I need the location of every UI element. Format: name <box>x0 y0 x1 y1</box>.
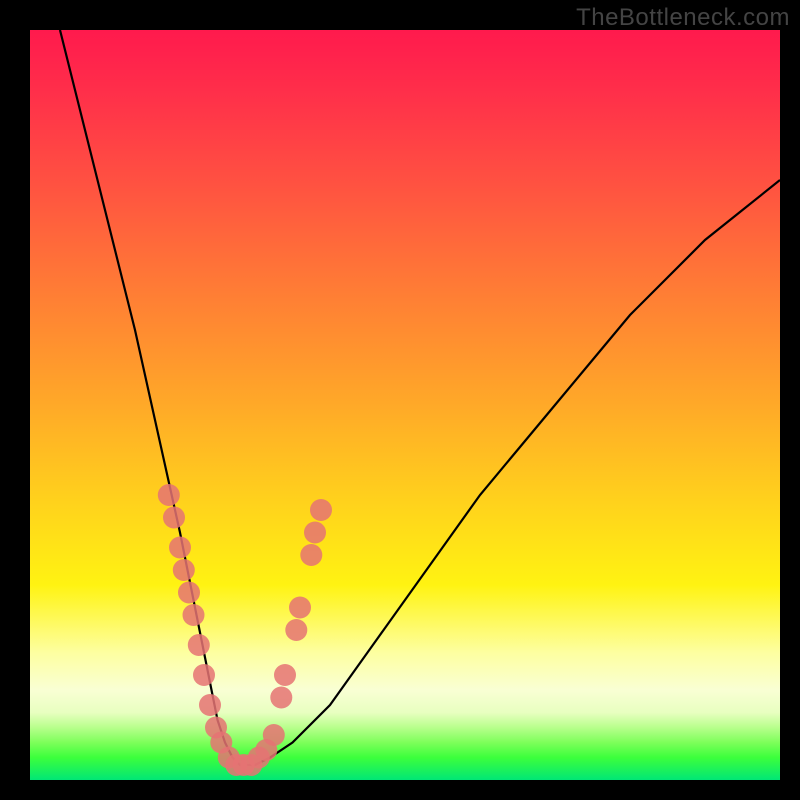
marker-dot <box>183 604 205 626</box>
marker-dot <box>199 694 221 716</box>
marker-dot <box>310 499 332 521</box>
marker-dot <box>178 582 200 604</box>
marker-dot <box>169 537 191 559</box>
chart-frame: TheBottleneck.com <box>0 0 800 800</box>
marker-dot <box>285 619 307 641</box>
bottleneck-curve-path <box>60 30 780 765</box>
marker-dot <box>163 507 185 529</box>
watermark-label: TheBottleneck.com <box>576 4 790 32</box>
marker-dot <box>193 664 215 686</box>
bottleneck-chart-svg <box>30 30 780 780</box>
marker-dot <box>274 664 296 686</box>
marker-dot <box>270 687 292 709</box>
marker-group <box>158 484 332 776</box>
marker-dot <box>304 522 326 544</box>
marker-dot <box>300 544 322 566</box>
marker-dot <box>188 634 210 656</box>
marker-dot <box>263 724 285 746</box>
marker-dot <box>289 597 311 619</box>
marker-dot <box>173 559 195 581</box>
marker-dot <box>158 484 180 506</box>
plot-area <box>30 30 780 780</box>
